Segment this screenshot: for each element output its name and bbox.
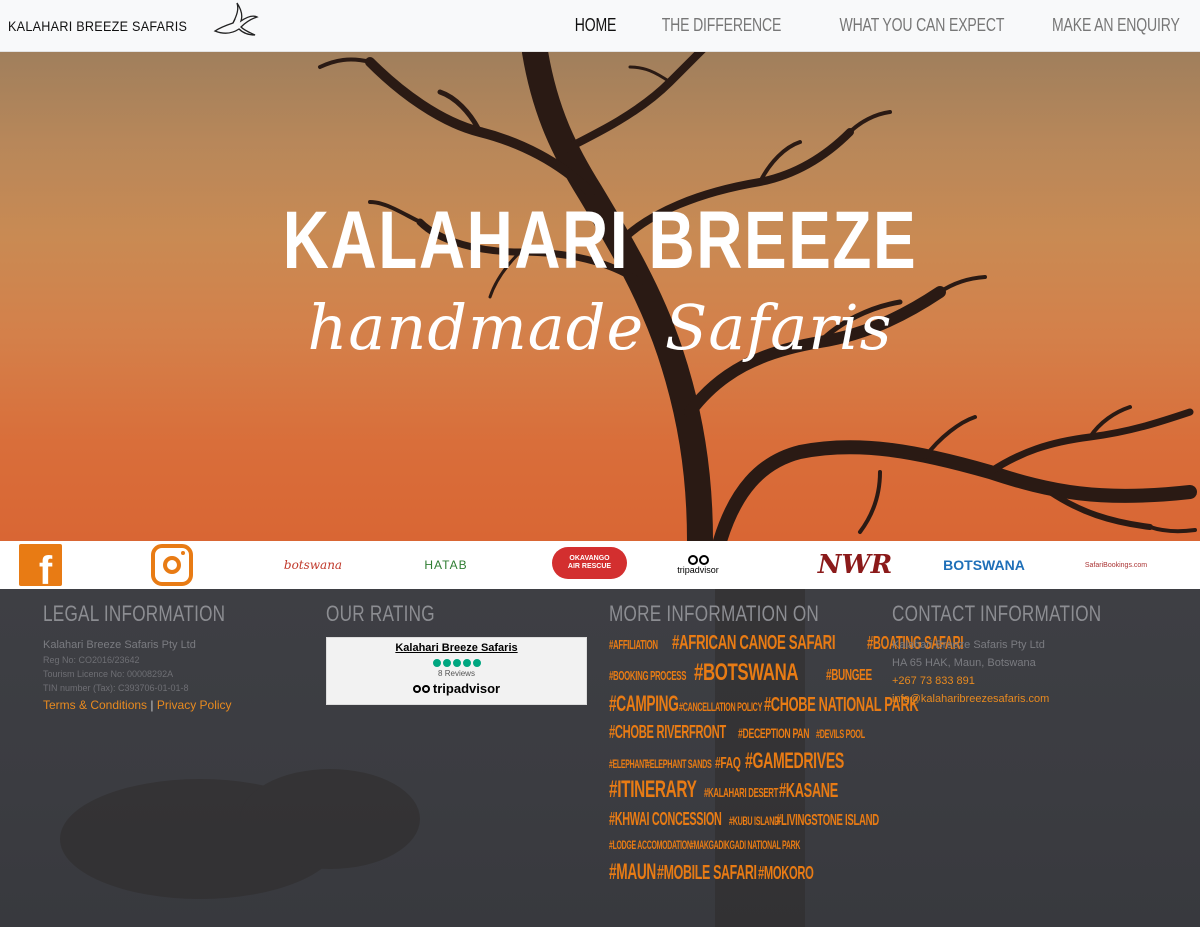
legal-company-name: Kalahari Breeze Safaris Pty Ltd — [43, 639, 196, 651]
tag-link[interactable]: #ITINERARY — [609, 778, 697, 802]
tag-link[interactable]: #MOBILE SAFARI — [657, 863, 757, 883]
rating-dots — [327, 659, 586, 667]
more-information-title: MORE INFORMATION ON — [609, 601, 820, 626]
tag-link[interactable]: #ELEPHANT — [609, 758, 648, 770]
tag-link[interactable]: #CAMPING — [609, 693, 679, 715]
terms-link[interactable]: Terms & Conditions — [43, 698, 147, 712]
bird-icon — [211, 1, 259, 50]
tag-link[interactable]: #BUNGEE — [826, 668, 872, 684]
rating-dot — [432, 659, 441, 667]
tag-link[interactable]: #KASANE — [779, 781, 838, 801]
instagram-icon[interactable] — [151, 544, 193, 586]
owl-icon — [412, 684, 430, 693]
safaribookings-logo[interactable]: SafariBookings.com — [1072, 545, 1160, 585]
owl-icon — [687, 555, 709, 565]
rating-business-name[interactable]: Kalahari Breeze Safaris — [327, 642, 586, 654]
tag-link[interactable]: #MAUN — [609, 861, 656, 883]
rating-review-count: 8 Reviews — [438, 669, 475, 678]
nav-make-an-enquiry[interactable]: MAKE AN ENQUIRY — [1052, 15, 1180, 36]
legal-tin-number: TIN number (Tax): C393706-01-01-8 — [43, 683, 189, 693]
legal-links: Terms & Conditions | Privacy Policy — [43, 698, 293, 712]
legal-information-column: LEGAL INFORMATION Kalahari Breeze Safari… — [43, 601, 293, 712]
nwr-logo[interactable]: NWR — [812, 545, 898, 585]
our-rating-title: OUR RATING — [326, 601, 435, 626]
hero-title: KALAHARI BREEZE — [282, 195, 918, 286]
legal-tourism-licence: Tourism Licence No: 00008292A — [43, 669, 174, 679]
tag-link[interactable]: #LODGE ACCOMODATION — [609, 839, 692, 851]
contact-address: HA 65 HAK, Maun, Botswana — [892, 657, 1036, 669]
tag-link[interactable]: #KUBU ISLAND — [729, 815, 779, 827]
tag-link[interactable]: #KHWAI CONCESSION — [609, 810, 722, 828]
nav-the-difference[interactable]: THE DIFFERENCE — [662, 15, 782, 36]
rating-dot — [452, 659, 461, 667]
brand-link[interactable]: KALAHARI BREEZE SAFARIS — [8, 1, 259, 50]
botswana-tourism-logo[interactable]: botswana — [283, 545, 343, 585]
tag-link[interactable]: #KALAHARI DESERT — [704, 786, 778, 799]
tag-link[interactable]: #MAKGADIKGADI NATIONAL PARK — [690, 839, 800, 851]
tag-link[interactable]: #CANCELLATION POLICY — [679, 701, 762, 713]
nav-links: HOME THE DIFFERENCE WHAT YOU CAN EXPECT … — [563, 15, 1180, 36]
tag-link[interactable]: #BOTSWANA — [694, 661, 799, 685]
okavango-air-rescue-logo[interactable]: OKAVANGO AIR RESCUE — [552, 547, 627, 579]
tag-link[interactable]: #DECEPTION PAN — [738, 726, 810, 740]
facebook-icon[interactable]: f — [19, 544, 62, 593]
legal-reg-number: Reg No: CO2016/23642 — [43, 655, 140, 665]
tag-link[interactable]: #DEVILS POOL — [816, 728, 865, 740]
botswana-brand-logo[interactable]: BOTSWANA — [937, 545, 1031, 585]
contact-email-link[interactable]: info@kalaharibreezesafaris.com — [892, 693, 1152, 705]
contact-information-title: CONTACT INFORMATION — [892, 601, 1102, 626]
tripadvisor-wordmark: tripadvisor — [327, 681, 586, 696]
tag-link[interactable]: #FAQ — [715, 756, 741, 772]
hero-subtitle: handmade Safaris — [307, 291, 893, 364]
site-footer: LEGAL INFORMATION Kalahari Breeze Safari… — [0, 589, 1200, 927]
rating-dot — [472, 659, 481, 667]
tag-link[interactable]: #ELEPHANT SANDS — [646, 758, 712, 770]
privacy-link[interactable]: Privacy Policy — [157, 698, 232, 712]
more-information-column: MORE INFORMATION ON #AFFILIATION #AFRICAN… — [609, 601, 964, 883]
tag-link[interactable]: #CHOBE RIVERFRONT — [609, 723, 726, 741]
tag-link[interactable]: #AFFILIATION — [609, 638, 658, 651]
tag-link[interactable]: #MOKORO — [758, 864, 814, 882]
our-rating-column: OUR RATING Kalahari Breeze Safaris 8 Rev… — [326, 601, 588, 705]
tripadvisor-rating-widget[interactable]: Kalahari Breeze Safaris 8 Reviews tripad… — [326, 637, 587, 705]
rating-dot — [462, 659, 471, 667]
top-navbar: KALAHARI BREEZE SAFARIS HOME THE DIFFERE… — [0, 0, 1200, 52]
tag-link[interactable]: #GAMEDRIVES — [745, 750, 844, 772]
nav-what-you-can-expect[interactable]: WHAT YOU CAN EXPECT — [840, 15, 1005, 36]
contact-company: Kalahari Breeze Safaris Pty Ltd — [892, 639, 1045, 651]
tag-cloud: #AFFILIATION #AFRICAN CANOE SAFARI #BOATIN… — [609, 633, 964, 883]
tag-link[interactable]: #LIVINGSTONE ISLAND — [776, 813, 879, 829]
brand-name: KALAHARI BREEZE SAFARIS — [8, 17, 188, 34]
contact-phone-link[interactable]: +267 73 833 891 — [892, 675, 1152, 687]
legal-information-title: LEGAL INFORMATION — [43, 601, 226, 626]
nav-home[interactable]: HOME — [574, 15, 616, 36]
tag-link[interactable]: #AFRICAN CANOE SAFARI — [672, 633, 836, 653]
hatab-logo[interactable]: HATAB — [413, 545, 479, 585]
tag-link[interactable]: #BOOKING PROCESS — [609, 669, 686, 682]
partner-logo-strip: f botswana HATAB OKAVANGO AIR RESCUE tri… — [0, 541, 1200, 593]
hero-banner: KALAHARI BREEZE handmade Safaris — [0, 52, 1200, 541]
contact-information-column: CONTACT INFORMATION Kalahari Breeze Safa… — [892, 601, 1152, 705]
tripadvisor-logo[interactable]: tripadvisor — [672, 545, 724, 585]
legal-link-separator: | — [150, 698, 154, 712]
rating-dot — [442, 659, 451, 667]
